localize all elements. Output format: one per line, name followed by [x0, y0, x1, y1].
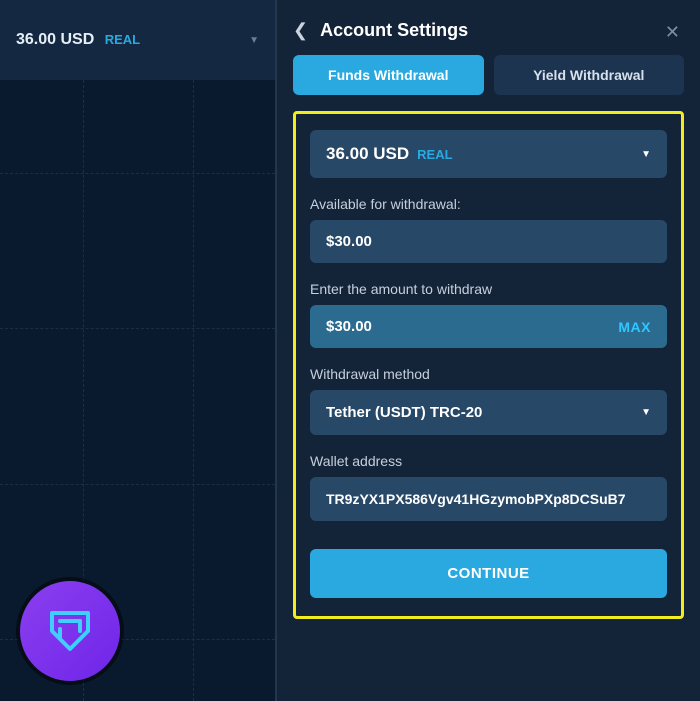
chevron-down-icon: ▼ [641, 149, 651, 160]
panel-header: ❮ Account Settings ✕ [293, 16, 684, 55]
amount-value: $30.00 [326, 318, 372, 335]
method-value: Tether (USDT) TRC-20 [326, 404, 482, 421]
available-value: $30.00 [310, 220, 667, 263]
chevron-down-icon: ▼ [249, 35, 259, 46]
account-settings-panel: ❮ Account Settings ✕ Funds Withdrawal Yi… [275, 0, 700, 701]
top-balance-amount: 36.00 USD [16, 31, 94, 48]
account-type-badge: REAL [417, 147, 452, 162]
back-icon[interactable]: ❮ [293, 20, 308, 41]
account-selector[interactable]: 36.00 USD REAL ▼ [310, 130, 667, 178]
account-amount: 36.00 USD [326, 144, 409, 164]
panel-title: Account Settings [320, 20, 468, 41]
withdrawal-form-highlight: 36.00 USD REAL ▼ Available for withdrawa… [293, 111, 684, 619]
tab-yield-withdrawal[interactable]: Yield Withdrawal [494, 55, 685, 95]
chevron-down-icon: ▼ [641, 407, 651, 418]
withdrawal-method-select[interactable]: Tether (USDT) TRC-20 ▼ [310, 390, 667, 435]
brand-logo [20, 581, 120, 681]
available-label: Available for withdrawal: [310, 196, 667, 212]
close-icon[interactable]: ✕ [665, 22, 680, 43]
withdrawal-tabs: Funds Withdrawal Yield Withdrawal [293, 55, 684, 95]
tab-funds-withdrawal[interactable]: Funds Withdrawal [293, 55, 484, 95]
max-button[interactable]: MAX [618, 319, 651, 335]
top-balance-selector[interactable]: 36.00 USD REAL ▼ [0, 0, 275, 80]
method-label: Withdrawal method [310, 366, 667, 382]
wallet-address-input[interactable]: TR9zYX1PX586Vgv41HGzymobPXp8DCSuB7 [310, 477, 667, 521]
amount-label: Enter the amount to withdraw [310, 281, 667, 297]
top-balance-badge: REAL [105, 32, 140, 47]
continue-button[interactable]: CONTINUE [310, 549, 667, 598]
wallet-label: Wallet address [310, 453, 667, 469]
amount-input[interactable]: $30.00 MAX [310, 305, 667, 348]
